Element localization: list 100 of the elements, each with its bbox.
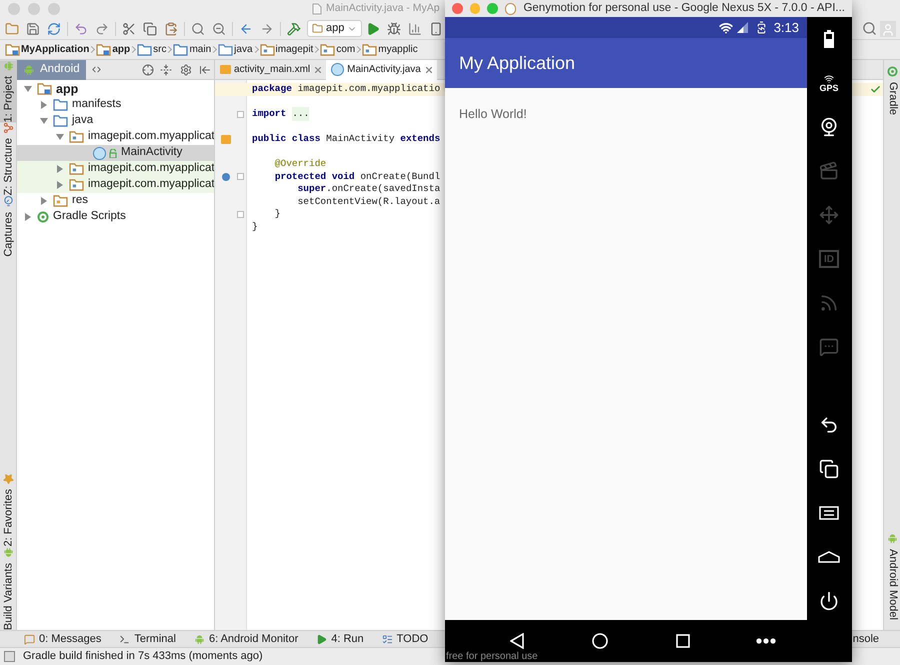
breadcrumb[interactable]: imagepit: [260, 42, 314, 57]
scissors-icon: [122, 22, 136, 36]
tree-item[interactable]: app: [17, 81, 214, 97]
collapsed-arrow-icon[interactable]: [24, 213, 32, 221]
collapse-icon[interactable]: [160, 64, 172, 76]
tool-window-tab[interactable]: Z: Structure: [0, 122, 17, 196]
tool-window-tab[interactable]: 1: Project: [0, 60, 17, 122]
wifi-icon: [718, 20, 733, 34]
close-tab-icon[interactable]: [315, 66, 322, 72]
expanded-arrow-icon[interactable]: [24, 85, 32, 93]
emulator-sidebar-button[interactable]: GPS: [807, 61, 851, 105]
collapsed-arrow-icon[interactable]: [40, 197, 48, 205]
tool-window-tab[interactable]: Terminal: [119, 630, 176, 648]
tree-item[interactable]: imagepit.com.myapplicat: [17, 161, 214, 177]
tool-window-tab[interactable]: nsole: [852, 630, 879, 648]
tree-item[interactable]: MainActivity: [17, 145, 214, 161]
window-title: Genymotion for personal use - Google Nexus 5X - 7.0.0 - API...: [523, 0, 845, 16]
code-line: setContentView(R.layout.a: [296, 194, 440, 209]
code-line: public class MainActivity extends: [252, 132, 440, 146]
class-icon: [331, 63, 344, 76]
panel-toggle-icon[interactable]: [4, 651, 15, 662]
switch-arrows-icon[interactable]: [90, 64, 102, 75]
home-icon: [592, 633, 608, 649]
content-text: Hello World!: [459, 107, 527, 121]
tool-window-tab[interactable]: 4: Run: [316, 630, 364, 648]
close-tab-icon[interactable]: [426, 66, 432, 72]
breadcrumb[interactable]: com: [320, 42, 356, 57]
code-line: protected void onCreate(Bundl: [274, 170, 440, 184]
app-title: My Application: [459, 52, 576, 75]
webcam-icon: [819, 117, 839, 137]
code-line: }: [252, 220, 258, 234]
star-icon: [3, 473, 14, 484]
status-message: Gradle build finished in 7s 433ms (moments ago): [23, 649, 263, 664]
android-icon: [194, 634, 205, 644]
gradle-icon: [887, 66, 898, 77]
zoom-button[interactable]: [487, 3, 498, 14]
android-icon: [3, 60, 14, 71]
collapsed-arrow-icon[interactable]: [40, 101, 48, 109]
tool-window-tab[interactable]: Gradle: [884, 66, 900, 116]
settings-icon[interactable]: [180, 64, 192, 76]
run-icon: [316, 634, 328, 644]
collapsed-arrow-icon[interactable]: [56, 165, 64, 173]
close-button[interactable]: [452, 3, 463, 14]
code-line: import: [252, 107, 286, 122]
signal-waves-icon: [822, 74, 835, 84]
tool-window-tab[interactable]: Android Model: [884, 533, 900, 620]
chart-icon: [408, 22, 422, 36]
save-icon: [26, 22, 40, 36]
hide-icon[interactable]: [199, 64, 211, 76]
folder-icon: [5, 22, 19, 36]
breadcrumb[interactable]: java: [218, 42, 253, 57]
breadcrumb[interactable]: app: [96, 42, 130, 57]
sync-icon: [47, 22, 61, 36]
terminal-icon: [119, 634, 130, 644]
replace-icon: [212, 22, 226, 36]
tool-window-tab[interactable]: 2: Favorites: [0, 473, 17, 547]
editor-tab[interactable]: MainActivity.java: [326, 60, 437, 80]
module-icon: [96, 44, 112, 56]
run-config-dropdown[interactable]: app: [307, 20, 362, 37]
search-icon: [191, 22, 205, 36]
back-icon: [819, 415, 839, 435]
tree-item[interactable]: java: [17, 113, 214, 129]
code-line: }: [274, 207, 281, 222]
breadcrumb[interactable]: MyApplication: [5, 42, 90, 57]
dpad-icon: [819, 205, 839, 225]
breadcrumb[interactable]: myapplic: [362, 42, 418, 57]
recents-icon: [819, 459, 839, 479]
tool-window-tab[interactable]: 0: Messages: [24, 630, 102, 648]
todo-icon: [382, 634, 393, 644]
tool-window-tab[interactable]: Build Variants: [0, 546, 17, 630]
battery-icon: [754, 21, 768, 34]
tree-item[interactable]: imagepit.com.myapplicat: [17, 177, 214, 193]
module-icon: [37, 83, 52, 95]
tree-item[interactable]: Gradle Scripts: [17, 209, 214, 225]
structure-icon: [3, 122, 14, 134]
breadcrumb[interactable]: main: [173, 42, 212, 57]
tree-item[interactable]: imagepit.com.myapplicat: [17, 129, 214, 145]
editor-tab[interactable]: activity_main.xml: [215, 60, 326, 80]
more-icon: [756, 638, 776, 644]
android-icon: [3, 546, 14, 558]
tool-window-tab[interactable]: TODO: [382, 630, 428, 648]
play-icon: [366, 22, 380, 36]
breadcrumb[interactable]: src: [137, 42, 166, 57]
folded-code[interactable]: ...: [292, 107, 310, 122]
tree-item[interactable]: res: [17, 193, 214, 209]
redo-icon: [95, 22, 109, 36]
collapsed-arrow-icon[interactable]: [56, 181, 64, 189]
tool-window-tab[interactable]: Captures: [0, 196, 17, 257]
tool-window-tab[interactable]: 6: Android Monitor: [194, 630, 298, 648]
expanded-arrow-icon[interactable]: [56, 133, 64, 141]
locate-icon[interactable]: [142, 64, 154, 76]
code-line: @Override: [274, 157, 326, 172]
tree-item[interactable]: manifests: [17, 97, 214, 113]
folder-icon: [53, 115, 68, 127]
expanded-arrow-icon[interactable]: [40, 117, 48, 125]
home-icon: [818, 551, 840, 563]
package-icon: [69, 163, 84, 175]
fold-marker-icon[interactable]: [237, 173, 244, 180]
check-icon: [870, 84, 881, 95]
package-icon: [69, 131, 84, 143]
